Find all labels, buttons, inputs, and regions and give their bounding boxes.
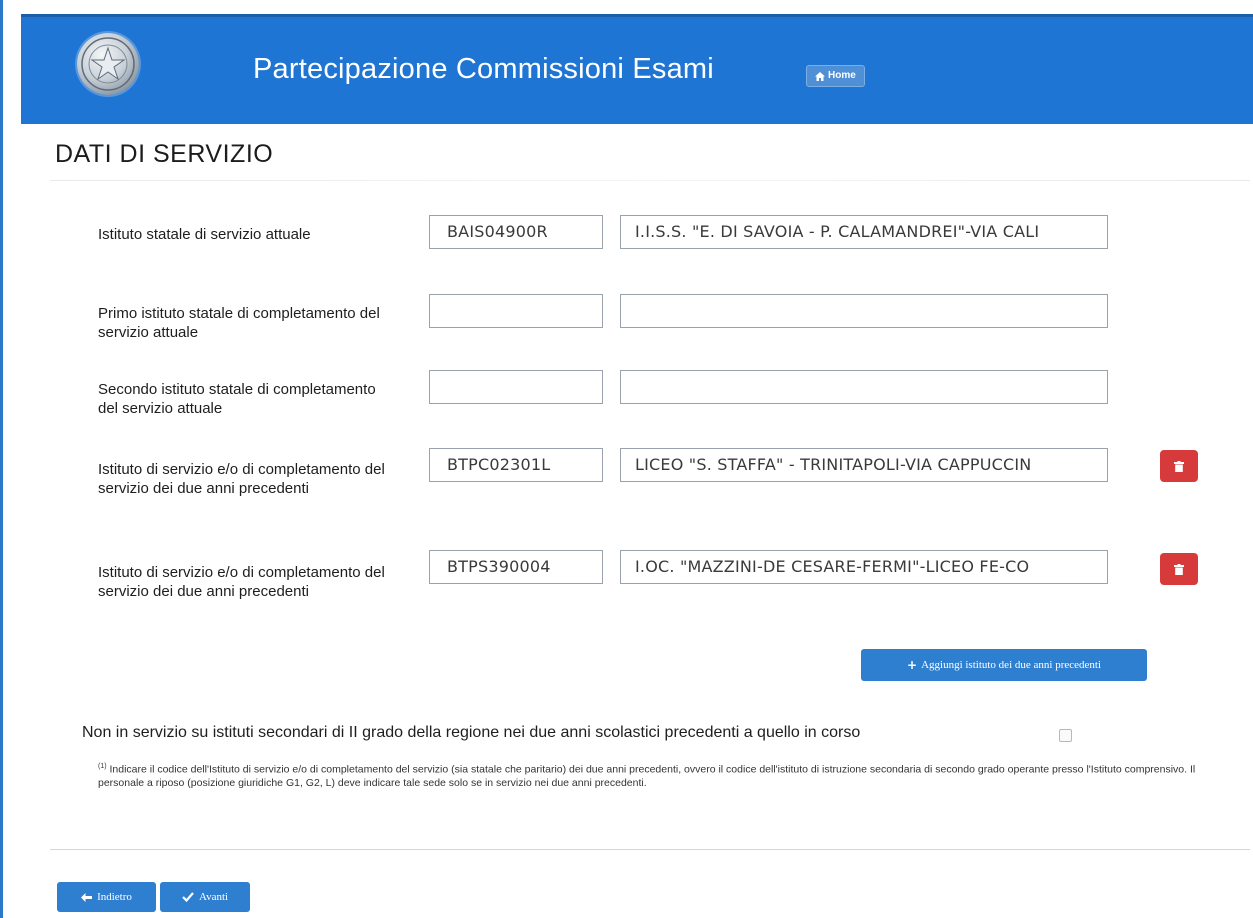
service-data-panel <box>50 180 1250 850</box>
add-previous-institute-button[interactable]: + Aggiungi istituto dei due anni precede… <box>861 649 1147 681</box>
app-header: Partecipazione Commissioni Esami Home <box>21 14 1253 124</box>
plus-icon: + <box>907 658 918 672</box>
previous-institute-1-description-field[interactable]: LICEO "S. STAFFA" - TRINITAPOLI-VIA CAPP… <box>620 448 1108 482</box>
second-completion-code-field[interactable] <box>429 370 603 404</box>
current-institute-description-field[interactable]: I.I.S.S. "E. DI SAVOIA - P. CALAMANDREI"… <box>620 215 1108 249</box>
home-icon <box>815 71 825 81</box>
footnote: (1) Indicare il codice dell'Istituto di … <box>98 760 1198 790</box>
back-button[interactable]: Indietro <box>57 882 156 912</box>
delete-previous-institute-1-button[interactable] <box>1160 450 1198 482</box>
app-title: Partecipazione Commissioni Esami <box>253 53 714 85</box>
back-button-label: Indietro <box>97 891 132 903</box>
delete-previous-institute-2-button[interactable] <box>1160 553 1198 585</box>
checkmark-icon <box>182 892 194 902</box>
trash-icon <box>1174 563 1184 575</box>
previous-institute-1-code-field[interactable]: BTPC02301L <box>429 448 603 482</box>
arrow-left-icon <box>81 892 93 902</box>
panel-divider <box>50 180 1250 181</box>
add-previous-institute-label: Aggiungi istituto dei due anni precedent… <box>921 659 1101 671</box>
first-completion-code-field[interactable] <box>429 294 603 328</box>
next-button[interactable]: Avanti <box>160 882 250 912</box>
second-completion-description-field[interactable] <box>620 370 1108 404</box>
row-label-second-completion-institute: Secondo istituto statale di completament… <box>98 381 376 417</box>
row-label-previous-years-institute-2: Istituto di servizio e/o di completament… <box>98 564 385 600</box>
home-button-label: Home <box>828 70 856 81</box>
row-label-first-completion-institute: Primo istituto statale di completamento … <box>98 305 380 341</box>
republic-emblem-icon <box>77 33 139 95</box>
next-button-label: Avanti <box>198 891 229 903</box>
page-title: DATI DI SERVIZIO <box>55 140 274 168</box>
footnote-marker: (1) <box>98 763 107 770</box>
not-in-service-checkbox[interactable] <box>1059 729 1072 742</box>
row-label-previous-years-institute-1: Istituto di servizio e/o di completament… <box>98 461 385 497</box>
trash-icon <box>1174 460 1184 472</box>
first-completion-description-field[interactable] <box>620 294 1108 328</box>
page: Partecipazione Commissioni Esami Home DA… <box>0 0 1253 918</box>
home-button[interactable]: Home <box>806 65 865 87</box>
not-in-service-label: Non in servizio su istituti secondari di… <box>82 724 861 741</box>
current-institute-code-field[interactable]: BAIS04900R <box>429 215 603 249</box>
row-label-current-institute: Istituto statale di servizio attuale <box>98 226 311 243</box>
previous-institute-2-code-field[interactable]: BTPS390004 <box>429 550 603 584</box>
previous-institute-2-description-field[interactable]: I.OC. "MAZZINI-DE CESARE-FERMI"-LICEO FE… <box>620 550 1108 584</box>
footnote-text: Indicare il codice dell'Istituto di serv… <box>98 763 1196 789</box>
